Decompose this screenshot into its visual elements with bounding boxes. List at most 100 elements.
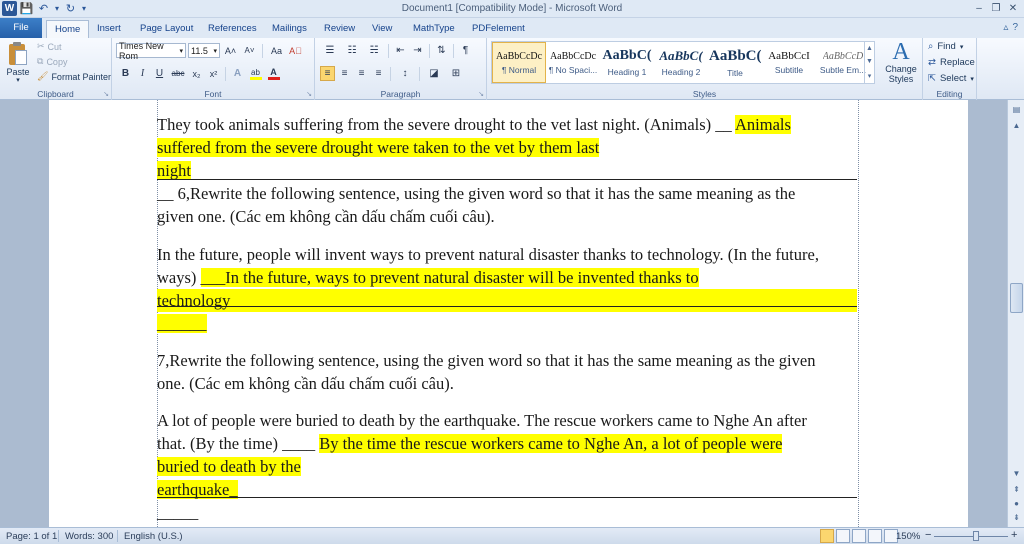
change-case-icon[interactable]: Aa (267, 43, 286, 58)
change-styles-button[interactable]: A Change Styles (882, 40, 920, 84)
superscript-button[interactable]: x² (206, 66, 221, 81)
line-spacing-icon[interactable]: ↕ (395, 66, 415, 81)
minimize-ribbon-icon[interactable]: ▵ (1003, 22, 1008, 33)
text-run: given one. (Các em không cần dấu chấm cu… (157, 207, 495, 226)
style-heading-1[interactable]: AaBbC( Heading 1 (600, 42, 654, 83)
style-normal[interactable]: AaBbCcDc ¶ Normal (492, 42, 546, 83)
font-size-combo[interactable]: 11.5 ▾ (188, 43, 220, 58)
chevron-up-icon[interactable]: ▲ (866, 45, 873, 52)
restore-button[interactable]: ❐ (989, 1, 1003, 15)
tab-mathtype[interactable]: MathType (405, 20, 463, 38)
style-title[interactable]: AaBbC( Title (708, 42, 762, 83)
replace-button[interactable]: ⇄ Replace (928, 57, 975, 68)
more-styles-icon[interactable]: ▾ (868, 72, 872, 80)
shrink-font-icon[interactable]: A˅ (241, 43, 258, 58)
underline-button[interactable]: U (152, 66, 167, 81)
multilevel-list-icon[interactable]: ☵ (364, 43, 384, 58)
bold-button[interactable]: B (118, 66, 133, 81)
font-launcher-icon[interactable]: ↘ (306, 90, 312, 98)
subscript-button[interactable]: x₂ (189, 66, 204, 81)
tab-insert[interactable]: Insert (89, 20, 129, 38)
language-indicator[interactable]: English (U.S.) (124, 531, 183, 542)
document-text[interactable]: They took animals suffering from the sev… (157, 113, 857, 524)
style-subtle-emphasis[interactable]: AaBbCcD Subtle Em... (816, 42, 870, 83)
align-right-icon[interactable]: ≡ (354, 66, 369, 81)
zoom-slider-track[interactable] (934, 536, 1008, 537)
numbering-icon[interactable]: ☷ (342, 43, 362, 58)
bullets-icon[interactable]: ☰ (320, 43, 340, 58)
vertical-scrollbar[interactable]: ▤ ▲ ▼ ⇞ ● ⇟ (1007, 100, 1024, 527)
text-effects-icon[interactable]: A (230, 66, 245, 81)
chevron-down-icon[interactable]: ▼ (866, 58, 873, 65)
strikethrough-button[interactable]: abc (169, 66, 187, 81)
zoom-slider-knob[interactable] (973, 531, 979, 541)
clear-formatting-icon[interactable]: A⃠ (288, 43, 303, 58)
justify-icon[interactable]: ≡ (371, 66, 386, 81)
italic-button[interactable]: I (135, 66, 150, 81)
answer-underline (157, 179, 857, 180)
align-left-icon[interactable]: ≡ (320, 66, 335, 81)
shading-icon[interactable]: ◪ (424, 66, 444, 81)
help-icon[interactable]: ? (1012, 22, 1018, 33)
next-page-icon[interactable]: ⇟ (1009, 510, 1024, 524)
previous-page-icon[interactable]: ⇞ (1009, 482, 1024, 496)
show-marks-icon[interactable]: ¶ (458, 43, 473, 58)
scroll-down-icon[interactable]: ▼ (1009, 466, 1024, 480)
word-count[interactable]: Words: 300 (65, 531, 113, 542)
tab-mailings[interactable]: Mailings (264, 20, 315, 38)
borders-icon[interactable]: ⊞ (446, 66, 466, 81)
status-bar: Page: 1 of 1 Words: 300 English (U.S.) 1… (0, 527, 1024, 544)
paste-dropdown-icon[interactable]: ▾ (16, 77, 20, 84)
style-no-spacing[interactable]: AaBbCcDc ¶ No Spaci... (546, 42, 600, 83)
highlighted-answer-text: Animals (735, 115, 791, 134)
scroll-up-icon[interactable]: ▲ (1009, 118, 1024, 132)
copy-label: Copy (46, 56, 68, 67)
decrease-indent-icon[interactable]: ⇤ (393, 43, 408, 58)
style-subtitle[interactable]: AaBbCcI Subtitle (762, 42, 816, 83)
tab-review[interactable]: Review (316, 20, 363, 38)
clipboard-launcher-icon[interactable]: ↘ (103, 90, 109, 98)
font-family-combo[interactable]: Times New Rom ▾ (116, 41, 186, 61)
tab-view[interactable]: View (364, 20, 400, 38)
style-sample: AaBbCcD (822, 50, 864, 62)
scroll-thumb[interactable] (1010, 283, 1023, 313)
page-count[interactable]: Page: 1 of 1 (6, 531, 57, 542)
outline-view-icon[interactable] (868, 529, 882, 543)
select-button[interactable]: ⇱ Select ▾ (928, 73, 974, 84)
ribbon-tab-bar: File Home Insert Page Layout References … (0, 18, 1024, 38)
tab-page-layout[interactable]: Page Layout (132, 20, 201, 38)
ruler-toggle-icon[interactable]: ▤ (1009, 102, 1024, 116)
paste-button[interactable]: Paste ▾ (4, 40, 32, 84)
style-heading-2[interactable]: AaBbC( Heading 2 (654, 42, 708, 83)
format-painter-button[interactable]: 🖌 Format Painter (37, 71, 111, 82)
zoom-level[interactable]: 150% (896, 531, 920, 542)
tab-references[interactable]: References (200, 20, 265, 38)
sort-icon[interactable]: ⇅ (434, 43, 449, 58)
highlighted-answer-text: night (157, 161, 191, 180)
minimize-button[interactable]: – (972, 1, 986, 15)
grow-font-icon[interactable]: A˄ (222, 43, 239, 58)
tab-home[interactable]: Home (46, 20, 90, 38)
full-screen-reading-icon[interactable] (836, 529, 850, 543)
text-line: suffered from the severe drought were ta… (157, 136, 857, 159)
zoom-in-icon[interactable]: + (1011, 529, 1017, 541)
close-button[interactable]: ✕ (1006, 1, 1020, 15)
text-line: buried to death by the (157, 455, 857, 478)
increase-indent-icon[interactable]: ⇥ (410, 43, 425, 58)
text-line: _____ (157, 501, 857, 524)
paragraph-launcher-icon[interactable]: ↘ (478, 90, 484, 98)
chevron-down-icon: ▾ (959, 43, 964, 51)
select-browse-object-icon[interactable]: ● (1009, 496, 1024, 510)
highlight-icon[interactable]: ab (247, 66, 264, 81)
highlighted-answer-text: ______ (157, 314, 207, 333)
zoom-out-icon[interactable]: − (925, 529, 931, 541)
cut-button[interactable]: ✂ Cut (37, 41, 62, 52)
find-button[interactable]: ⌕ Find ▾ (928, 41, 963, 52)
tab-file[interactable]: File (0, 18, 42, 38)
tab-pdfelement[interactable]: PDFelement (464, 20, 533, 38)
font-color-icon[interactable]: A (266, 66, 281, 81)
print-layout-view-icon[interactable] (820, 529, 834, 543)
copy-button[interactable]: ⧉ Copy (37, 56, 67, 67)
web-layout-icon[interactable] (852, 529, 866, 543)
center-icon[interactable]: ≡ (337, 66, 352, 81)
